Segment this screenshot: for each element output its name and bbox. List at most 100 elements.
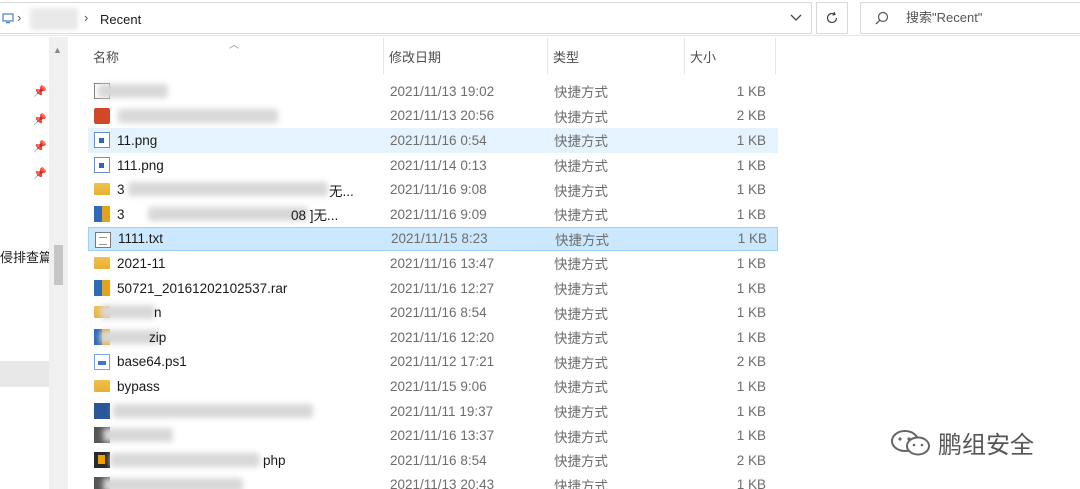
nav-item-selected[interactable] [0, 361, 49, 387]
file-row[interactable]: 2021/11/13 19:02 快捷方式 1 KB [88, 79, 778, 104]
chevron-right-icon[interactable]: › [17, 10, 21, 25]
file-name[interactable]: 11.png [117, 133, 157, 148]
file-row[interactable]: 2021/11/11 19:37 快捷方式 1 KB [88, 399, 778, 424]
column-header-size[interactable]: 大小 [685, 38, 776, 74]
file-date: 2021/11/13 20:43 [390, 477, 495, 489]
file-type: 快捷方式 [554, 429, 608, 445]
pin-icon[interactable]: 📌 [33, 113, 47, 126]
file-type: 快捷方式 [554, 159, 608, 175]
navigation-pane: 📌 📌 📌 📌 侵排查篇 ▲ [0, 37, 68, 489]
chevron-right-icon[interactable]: › [84, 10, 88, 25]
file-name[interactable]: 3 [117, 207, 125, 222]
scroll-up-icon[interactable]: ▲ [53, 45, 62, 55]
file-date: 2021/11/15 8:23 [391, 231, 488, 247]
pin-icon[interactable]: 📌 [33, 140, 47, 153]
pin-icon[interactable]: 📌 [33, 85, 47, 98]
file-date: 2021/11/16 9:09 [390, 206, 487, 222]
file-name-suffix[interactable]: php [263, 453, 286, 468]
file-size: 1 KB [737, 231, 767, 247]
file-row[interactable]: base64.ps1 2021/11/12 17:21 快捷方式 2 KB [88, 350, 778, 375]
address-bar[interactable]: › › Recent [0, 2, 812, 34]
redacted-name [118, 108, 278, 123]
file-name-suffix[interactable]: 无... [329, 180, 354, 200]
file-row[interactable]: 3 无... 2021/11/16 9:08 快捷方式 1 KB [88, 177, 778, 202]
redacted-name [103, 428, 173, 443]
file-name[interactable]: 2021-11 [117, 256, 166, 271]
file-row[interactable]: 2021/11/13 20:56 快捷方式 2 KB [88, 104, 778, 129]
file-size: 1 KB [736, 182, 766, 198]
file-date: 2021/11/14 0:13 [390, 157, 487, 173]
file-row[interactable]: 50721_20161202102537.rar 2021/11/16 12:27… [88, 276, 778, 301]
file-date: 2021/11/16 9:08 [390, 182, 487, 198]
redacted-name [98, 84, 168, 98]
column-header-name[interactable]: 名称 [88, 38, 384, 74]
file-name[interactable]: 50721_20161202102537.rar [117, 281, 287, 296]
file-name[interactable]: bypass [117, 379, 160, 394]
file-size: 1 KB [736, 83, 766, 99]
archive-icon [94, 205, 110, 222]
file-type: 快捷方式 [554, 282, 608, 298]
file-name-suffix[interactable]: 08 ]无... [291, 204, 338, 224]
nav-scrollbar[interactable]: ▲ [49, 37, 68, 489]
file-name[interactable]: 1111.txt [118, 231, 163, 246]
file-name[interactable]: 111.png [117, 158, 164, 173]
redacted-name [103, 477, 243, 489]
file-size: 1 KB [736, 403, 766, 419]
refresh-button[interactable] [816, 2, 848, 34]
pin-icon[interactable]: 📌 [33, 167, 47, 180]
file-type: 快捷方式 [555, 232, 609, 248]
file-row[interactable]: 111.png 2021/11/14 0:13 快捷方式 1 KB [88, 153, 778, 178]
file-size: 1 KB [736, 477, 766, 489]
file-type: 快捷方式 [554, 257, 608, 273]
breadcrumb-redacted[interactable] [30, 8, 78, 30]
file-row[interactable]: 11.png 2021/11/16 0:54 快捷方式 1 KB [88, 128, 778, 153]
file-row[interactable]: 1111.txt 2021/11/15 8:23 快捷方式 1 KB [88, 226, 778, 252]
breadcrumb-current[interactable]: Recent [100, 12, 141, 27]
file-row[interactable]: php 2021/11/16 8:54 快捷方式 2 KB [88, 448, 778, 473]
file-row[interactable]: zip 2021/11/16 12:20 快捷方式 1 KB [88, 325, 778, 350]
this-pc-icon[interactable] [2, 12, 14, 24]
column-header-date[interactable]: 修改日期 [384, 38, 548, 74]
file-date: 2021/11/16 8:54 [390, 452, 487, 468]
search-box[interactable] [860, 2, 1080, 34]
file-type: 快捷方式 [554, 134, 608, 150]
file-name-suffix[interactable]: n [154, 305, 162, 320]
nav-item-label[interactable]: 侵排查篇 [0, 247, 52, 266]
file-row[interactable]: 2021-11 2021/11/16 13:47 快捷方式 1 KB [88, 251, 778, 276]
chevron-down-icon[interactable] [781, 3, 811, 33]
file-size: 1 KB [736, 305, 766, 321]
file-row[interactable]: bypass 2021/11/15 9:06 快捷方式 1 KB [88, 374, 778, 399]
file-name-suffix[interactable]: zip [149, 330, 166, 345]
redacted-name [148, 206, 308, 221]
column-header-type[interactable]: 类型 [548, 38, 685, 74]
file-name[interactable]: 3 [117, 182, 125, 197]
scrollbar-thumb[interactable] [54, 245, 63, 285]
file-size: 2 KB [736, 452, 766, 468]
file-name[interactable]: base64.ps1 [117, 354, 187, 369]
file-row[interactable]: n 2021/11/16 8:54 快捷方式 1 KB [88, 300, 778, 325]
file-type: 快捷方式 [554, 85, 608, 101]
file-date: 2021/11/12 17:21 [390, 354, 495, 370]
image-icon [94, 156, 110, 173]
document-icon [94, 402, 110, 419]
file-size: 2 KB [736, 354, 766, 370]
file-list: 2021/11/13 19:02 快捷方式 1 KB 2021/11/13 20:56… [88, 79, 778, 489]
script-icon [94, 353, 110, 370]
text-file-icon [95, 231, 111, 248]
file-row[interactable]: 2021/11/16 13:37 快捷方式 1 KB [88, 423, 778, 448]
file-date: 2021/11/16 0:54 [390, 132, 487, 148]
redacted-name [113, 403, 313, 418]
file-type: 快捷方式 [554, 208, 608, 224]
redacted-name [128, 182, 328, 197]
file-type: 快捷方式 [554, 478, 608, 489]
file-date: 2021/11/16 13:37 [390, 428, 495, 444]
folder-icon [94, 380, 110, 393]
file-row[interactable]: 3 08 ]无... 2021/11/16 9:09 快捷方式 1 KB [88, 202, 778, 227]
file-type: 快捷方式 [554, 380, 608, 396]
search-input[interactable] [906, 10, 1066, 25]
file-date: 2021/11/16 12:27 [390, 280, 495, 296]
file-row[interactable]: 2021/11/13 20:43 快捷方式 1 KB [88, 473, 778, 489]
file-size: 1 KB [736, 255, 766, 271]
file-date: 2021/11/16 8:54 [390, 305, 487, 321]
ppt-icon [94, 107, 110, 124]
